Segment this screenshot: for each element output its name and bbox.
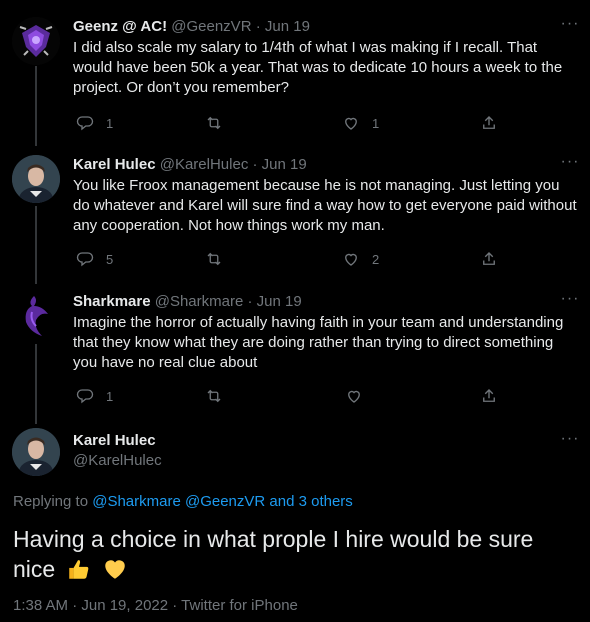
replying-links[interactable]: @Sharkmare @GeenzVR and 3 others bbox=[92, 493, 353, 510]
reply-icon bbox=[76, 252, 94, 267]
man-portrait-icon bbox=[12, 428, 60, 476]
tweet[interactable]: Sharkmare @Sharkmare · Jun 19 ··· Imagin… bbox=[0, 291, 590, 412]
tweet[interactable]: Geenz @ AC! @GeenzVR · Jun 19 ··· I did … bbox=[0, 16, 590, 137]
replying-to: Replying to @Sharkmare @GeenzVR and 3 ot… bbox=[13, 492, 353, 512]
separator: · bbox=[247, 293, 253, 310]
tweet-text: I did also scale my salary to 1/4th of w… bbox=[73, 39, 563, 96]
more-options-icon[interactable]: ··· bbox=[560, 291, 580, 312]
retweet-icon bbox=[207, 116, 221, 130]
reply-button[interactable]: 1 bbox=[76, 113, 113, 133]
tweet-timestamp[interactable]: 1:38 AM · Jun 19, 2022 · Twitter for iPh… bbox=[13, 596, 298, 616]
like-button[interactable]: 1 bbox=[342, 113, 379, 133]
author-name[interactable]: Sharkmare bbox=[73, 293, 151, 310]
yellow-heart-icon bbox=[105, 560, 125, 579]
author-handle[interactable]: @GeenzVR bbox=[171, 18, 251, 35]
share-button[interactable] bbox=[480, 386, 498, 406]
tweet-date[interactable]: Jun 19 bbox=[262, 156, 307, 173]
share-button[interactable] bbox=[480, 249, 498, 269]
tweet-date[interactable]: Jun 19 bbox=[265, 18, 310, 35]
tweet-header: Sharkmare @Sharkmare · Jun 19 bbox=[73, 292, 302, 312]
share-icon bbox=[483, 116, 495, 129]
reply-button[interactable]: 1 bbox=[76, 386, 113, 406]
focus-tweet-body: Having a choice in what prople I hire wo… bbox=[13, 526, 534, 582]
tweet-header: Karel Hulec @KarelHulec · Jun 19 bbox=[73, 155, 307, 175]
author-handle[interactable]: @KarelHulec bbox=[160, 156, 249, 173]
retweet-icon bbox=[207, 389, 221, 403]
reply-icon bbox=[76, 389, 94, 404]
reply-icon bbox=[76, 116, 94, 131]
retweet-button[interactable] bbox=[205, 249, 235, 269]
replying-prefix: Replying to bbox=[13, 493, 89, 510]
reply-count: 5 bbox=[106, 251, 114, 267]
tweet-text: You like Froox management because he is … bbox=[73, 177, 577, 234]
reply-count: 1 bbox=[106, 115, 114, 131]
avatar[interactable] bbox=[12, 155, 60, 203]
focus-tweet-text: Having a choice in what prople I hire wo… bbox=[13, 524, 573, 584]
reply-button[interactable]: 5 bbox=[76, 249, 113, 269]
author-name[interactable]: Karel Hulec bbox=[73, 431, 156, 451]
author-handle[interactable]: @KarelHulec bbox=[73, 451, 162, 471]
man-portrait-icon bbox=[12, 155, 60, 203]
like-button[interactable] bbox=[345, 386, 375, 406]
more-options-icon[interactable]: ··· bbox=[560, 431, 580, 452]
author-name[interactable]: Karel Hulec bbox=[73, 156, 156, 173]
like-count: 2 bbox=[372, 251, 380, 267]
share-icon bbox=[483, 252, 495, 265]
thumbs-up-icon bbox=[68, 560, 88, 579]
tweet-text: Imagine the horror of actually having fa… bbox=[73, 314, 564, 371]
avatar[interactable] bbox=[12, 428, 60, 476]
retweet-icon bbox=[207, 252, 221, 266]
purple-shark-icon bbox=[12, 292, 60, 340]
tweet-header: Geenz @ AC! @GeenzVR · Jun 19 bbox=[73, 17, 310, 37]
retweet-button[interactable] bbox=[205, 386, 235, 406]
purple-logo-icon bbox=[12, 17, 60, 65]
reply-count: 1 bbox=[106, 388, 114, 404]
avatar[interactable] bbox=[12, 17, 60, 65]
heart-icon bbox=[345, 117, 357, 130]
avatar[interactable] bbox=[12, 292, 60, 340]
share-icon bbox=[483, 389, 495, 402]
heart-icon bbox=[345, 253, 357, 266]
separator: · bbox=[252, 156, 258, 173]
author-name[interactable]: Geenz @ AC! bbox=[73, 18, 167, 35]
tweet-date[interactable]: Jun 19 bbox=[257, 293, 302, 310]
share-button[interactable] bbox=[480, 113, 498, 133]
like-button[interactable]: 2 bbox=[342, 249, 379, 269]
tweet[interactable]: Karel Hulec @KarelHulec · Jun 19 ··· You… bbox=[0, 154, 590, 275]
heart-icon bbox=[348, 390, 360, 403]
author-handle[interactable]: @Sharkmare bbox=[155, 293, 244, 310]
more-options-icon[interactable]: ··· bbox=[560, 16, 580, 37]
retweet-button[interactable] bbox=[205, 113, 235, 133]
separator: · bbox=[255, 18, 261, 35]
like-count: 1 bbox=[372, 115, 380, 131]
more-options-icon[interactable]: ··· bbox=[560, 154, 580, 175]
